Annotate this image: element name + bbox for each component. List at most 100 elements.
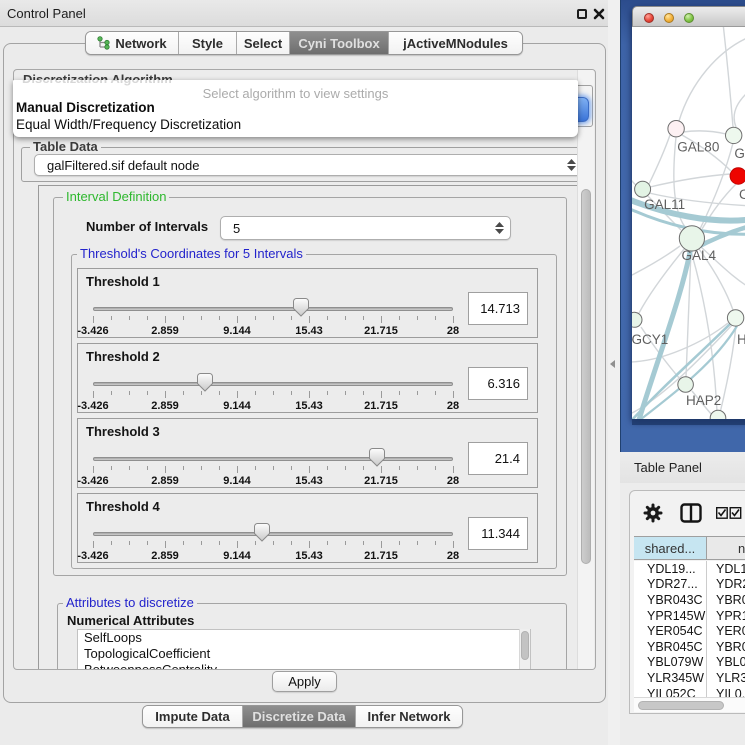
- popup-item-manual-discretization[interactable]: Manual Discretization: [16, 100, 155, 115]
- network-node[interactable]: [668, 121, 684, 137]
- slider-tick: [93, 541, 94, 548]
- network-edge[interactable]: [632, 175, 636, 185]
- network-node[interactable]: [678, 377, 694, 393]
- collapse-arrow-icon[interactable]: [610, 360, 615, 368]
- popup-placeholder-item[interactable]: Select algorithm to view settings: [13, 86, 578, 101]
- table-panel-title: Table Panel: [634, 460, 702, 475]
- popup-item-equal-width[interactable]: Equal Width/Frequency Discretization: [16, 117, 241, 132]
- table-row[interactable]: YIL052CYIL0...: [634, 686, 745, 697]
- table-row[interactable]: YDR27...YDR2...: [634, 577, 745, 593]
- checkboxes-icon[interactable]: [716, 507, 742, 519]
- threshold-value-field[interactable]: 11.344: [468, 517, 528, 550]
- slider-track[interactable]: [93, 532, 453, 536]
- network-edge[interactable]: [679, 35, 745, 121]
- tab-style[interactable]: Style: [178, 32, 236, 54]
- network-edge[interactable]: [683, 131, 726, 134]
- tab-infer-network[interactable]: Infer Network: [355, 706, 462, 727]
- slider-track[interactable]: [93, 382, 453, 386]
- attribute-list-item[interactable]: TopologicalCoefficient: [78, 646, 530, 662]
- table-hscrollbar[interactable]: [634, 697, 745, 712]
- table-hscrollbar-thumb[interactable]: [638, 701, 724, 710]
- slider-tick: [417, 541, 418, 545]
- slider-tick: [273, 466, 274, 470]
- numerical-attributes-list[interactable]: SelfLoopsTopologicalCoefficientBetweenne…: [77, 629, 531, 670]
- table-row[interactable]: YBR043CYBR0...: [634, 592, 745, 608]
- slider-tick: [237, 391, 238, 398]
- slider-track[interactable]: [93, 307, 453, 311]
- split-view-icon[interactable]: [680, 503, 702, 523]
- minimize-traffic-light[interactable]: [664, 13, 674, 23]
- table-row[interactable]: YPR145WYPR1...: [634, 608, 745, 624]
- slider-tick: [327, 391, 328, 395]
- close-traffic-light[interactable]: [644, 13, 654, 23]
- panel-scrollbar-thumb[interactable]: [581, 189, 591, 564]
- tab-select[interactable]: Select: [236, 32, 289, 54]
- network-node[interactable]: [632, 312, 642, 327]
- column-header-name[interactable]: n...: [707, 537, 745, 559]
- table-row[interactable]: YLR345WYLR3...: [634, 670, 745, 686]
- number-of-intervals-combo[interactable]: 5: [220, 216, 511, 240]
- network-window[interactable]: GAL80GACYGAL11GAL4GCY1HIHAP2: [632, 6, 745, 419]
- network-edge[interactable]: [691, 251, 717, 412]
- network-edge[interactable]: [632, 246, 680, 277]
- panel-scrollbar-track[interactable]: [577, 70, 594, 669]
- attribute-list-item[interactable]: BetweennessCentrality: [78, 662, 530, 670]
- slider-tick: [291, 391, 292, 395]
- slider-thumb[interactable]: [254, 523, 270, 542]
- tab-network[interactable]: Network: [86, 32, 178, 54]
- gear-icon[interactable]: [643, 503, 663, 523]
- tab-impute-data[interactable]: Impute Data: [143, 706, 242, 727]
- table-row[interactable]: YBL079WYBL0...: [634, 655, 745, 671]
- slider-scale-label: 9.144: [223, 475, 251, 487]
- threshold-value-field[interactable]: 14.713: [468, 292, 528, 325]
- slider-tick: [435, 391, 436, 395]
- cell-name: YBR0...: [707, 640, 745, 654]
- table-data-combo[interactable]: galFiltered.sif default node: [34, 154, 583, 176]
- table-row[interactable]: YBR045CYBR0...: [634, 639, 745, 655]
- tab-discretize-data[interactable]: Discretize Data: [242, 706, 355, 727]
- close-icon[interactable]: [593, 8, 605, 20]
- network-window-titlebar[interactable]: [632, 6, 745, 27]
- slider-track[interactable]: [93, 457, 453, 461]
- threshold-panel-3: Threshold 3-3.4262.8599.14415.4321.71528…: [77, 418, 538, 488]
- cell-name: YDR2...: [707, 577, 745, 591]
- float-window-icon[interactable]: [577, 9, 587, 19]
- cell-name: YBL0...: [707, 655, 745, 669]
- network-edge[interactable]: [734, 87, 745, 127]
- network-node[interactable]: [727, 310, 743, 326]
- table-row[interactable]: YER054CYER0...: [634, 623, 745, 639]
- tab-jactivemnodules[interactable]: jActiveMNodules: [388, 32, 522, 54]
- table-row[interactable]: YDL19...YDL1...: [634, 561, 745, 577]
- slider-thumb[interactable]: [369, 448, 385, 467]
- slider-scale-label: 15.43: [295, 475, 323, 487]
- network-canvas[interactable]: GAL80GACYGAL11GAL4GCY1HIHAP2: [632, 27, 745, 419]
- attributes-list-scrollbar[interactable]: [519, 629, 530, 670]
- network-node-label: GCY1: [632, 332, 668, 347]
- slider-tick: [183, 541, 184, 545]
- network-edge[interactable]: [650, 174, 730, 187]
- network-node[interactable]: [730, 168, 745, 184]
- tab-cyni-toolbox[interactable]: Cyni Toolbox: [289, 32, 388, 54]
- threshold-value-field[interactable]: 6.316: [468, 367, 528, 400]
- slider-tick: [219, 466, 220, 470]
- cell-shared-name: YBR045C: [634, 639, 707, 655]
- attribute-list-item[interactable]: SelfLoops: [78, 630, 530, 646]
- apply-button[interactable]: Apply: [272, 671, 337, 692]
- slider-thumb[interactable]: [293, 298, 309, 317]
- slider-thumb[interactable]: [197, 373, 213, 392]
- network-edge[interactable]: [723, 27, 733, 127]
- threshold-value-field[interactable]: 21.4: [468, 442, 528, 475]
- slider-tick: [255, 316, 256, 320]
- zoom-traffic-light[interactable]: [684, 13, 694, 23]
- network-edge[interactable]: [649, 135, 670, 184]
- slider-tick: [381, 316, 382, 323]
- slider-scale-label: 28: [447, 550, 459, 562]
- network-node[interactable]: [726, 127, 742, 143]
- network-node[interactable]: [635, 181, 651, 197]
- slider-tick: [183, 466, 184, 470]
- slider-tick: [165, 466, 166, 473]
- split-divider[interactable]: [608, 0, 620, 745]
- column-header-shared-name[interactable]: shared...: [634, 537, 707, 559]
- network-node[interactable]: [710, 410, 726, 419]
- slider-tick: [183, 391, 184, 395]
